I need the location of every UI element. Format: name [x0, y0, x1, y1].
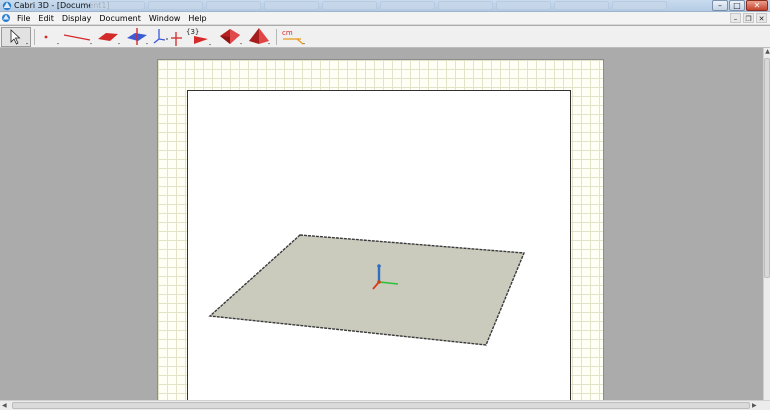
ghost-tab — [264, 1, 319, 10]
menu-edit[interactable]: Edit — [34, 12, 58, 25]
document-window-controls: – ❐ ✕ — [730, 13, 767, 23]
cabri-3d-window: Cabri 3D - [Document1] – □ ✕ File Edit D… — [0, 0, 770, 410]
doc-restore-button[interactable]: ❐ — [743, 13, 754, 23]
horizontal-scrollbar[interactable]: ◀ ▶ — [0, 400, 770, 410]
pyramid-icon — [249, 28, 270, 45]
document-icon[interactable] — [1, 13, 11, 23]
ghost-tab — [380, 1, 435, 10]
relative-construction-tool[interactable] — [124, 27, 152, 47]
scroll-right-button[interactable]: ▶ — [752, 401, 760, 410]
base-plane[interactable] — [208, 234, 526, 346]
transformation-tool[interactable] — [152, 27, 172, 47]
regular-polyhedron-tool[interactable] — [246, 27, 274, 47]
menu-bar: File Edit Display Document Window Help –… — [0, 12, 770, 25]
3d-scene[interactable] — [188, 91, 572, 405]
surface-tool[interactable] — [96, 27, 124, 47]
horizontal-scroll-thumb[interactable] — [12, 402, 750, 409]
ghost-tab — [612, 1, 667, 10]
menu-window[interactable]: Window — [145, 12, 185, 25]
workspace-area — [0, 48, 763, 404]
scroll-up-button[interactable]: ▲ — [764, 48, 770, 56]
ghost-tab — [554, 1, 609, 10]
cursor-arrow-icon — [10, 29, 28, 45]
set-icon: {3} — [186, 28, 211, 46]
ghost-tab — [206, 1, 261, 10]
menu-items: File Edit Display Document Window Help — [13, 12, 211, 25]
menu-help[interactable]: Help — [184, 12, 210, 25]
toolbar-separator — [276, 29, 277, 45]
minimize-button[interactable]: – — [712, 0, 728, 11]
measure-icon: cm — [282, 29, 305, 45]
maximize-button[interactable]: □ — [729, 0, 745, 11]
measure-tool-label: cm — [282, 29, 293, 37]
point-tool[interactable] — [38, 27, 64, 47]
close-button[interactable]: ✕ — [746, 0, 768, 11]
point-icon — [44, 35, 59, 45]
view-3d-window[interactable] — [187, 90, 571, 404]
menu-display[interactable]: Display — [58, 12, 96, 25]
vertical-scrollbar[interactable]: ▲ — [763, 48, 770, 400]
measurement-tool[interactable]: cm — [279, 27, 309, 47]
ghost-tab — [322, 1, 377, 10]
line-tool[interactable] — [62, 27, 96, 47]
window-controls: – □ ✕ — [712, 0, 768, 12]
menu-document[interactable]: Document — [95, 12, 144, 25]
doc-minimize-button[interactable]: – — [730, 13, 741, 23]
doc-close-button[interactable]: ✕ — [756, 13, 767, 23]
cabri-logo-icon — [2, 1, 12, 11]
title-bar: Cabri 3D - [Document1] – □ ✕ — [0, 0, 770, 12]
polyhedron-icon — [220, 29, 242, 45]
line-icon — [63, 34, 92, 45]
axes-icon — [153, 29, 168, 44]
vertical-scroll-thumb[interactable] — [764, 58, 770, 278]
polyhedron-tool[interactable] — [216, 27, 246, 47]
set-tool-label: {3} — [186, 28, 199, 36]
ghost-tab — [496, 1, 551, 10]
scroll-left-button[interactable]: ◀ — [2, 401, 10, 410]
toolbar-separator — [34, 29, 35, 45]
ghost-tab — [148, 1, 203, 10]
ghost-tab — [90, 1, 145, 10]
set-tool[interactable]: {3} — [182, 27, 216, 47]
tool-bar: {3} cm — [0, 26, 770, 48]
manipulation-tool[interactable] — [1, 27, 31, 47]
menu-file[interactable]: File — [13, 12, 34, 25]
perpendicular-plane-icon — [127, 28, 148, 45]
taskbar-ghost-tabs — [90, 1, 690, 11]
plane-icon — [98, 33, 120, 45]
ghost-tab — [438, 1, 493, 10]
